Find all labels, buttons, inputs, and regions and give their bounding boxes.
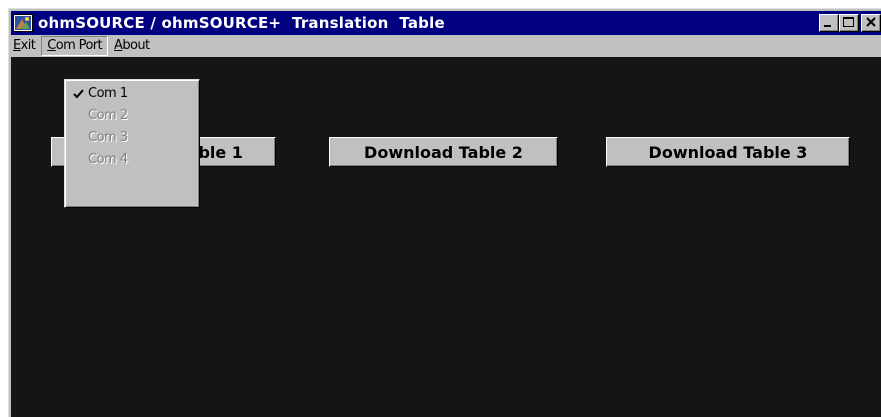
- com-port-item-label: Com 1: [88, 86, 128, 101]
- menu-exit[interactable]: Exit: [11, 36, 41, 56]
- minimize-icon: [824, 25, 831, 27]
- com-port-item-label: Com 3: [88, 130, 128, 145]
- com-port-item-label: Com 4: [88, 152, 128, 167]
- com-port-item-3: Com 3: [65, 127, 199, 149]
- com-port-item-2: Com 2: [65, 105, 199, 127]
- menu-bar: Exit Com Port About: [11, 35, 881, 57]
- menu-exit-accel: E: [13, 38, 21, 53]
- menu-com-port-label: om Port: [55, 38, 103, 53]
- minimize-button[interactable]: [819, 14, 839, 32]
- window-title: ohmSOURCE / ohmSOURCE+ Translation Table: [38, 14, 445, 32]
- maximize-button[interactable]: [839, 14, 859, 32]
- close-icon: [866, 17, 876, 27]
- close-button[interactable]: [861, 14, 881, 32]
- download-table-2-button[interactable]: Download Table 2: [329, 137, 558, 167]
- menu-exit-label: xit: [20, 38, 36, 53]
- com-port-dropdown: Com 1 Com 2 Com 3 Com 4: [64, 79, 200, 208]
- app-window: ohmSOURCE / ohmSOURCE+ Translation Table: [8, 8, 881, 417]
- com-port-item-1[interactable]: Com 1: [65, 83, 199, 105]
- download-table-3-button[interactable]: Download Table 3: [606, 137, 850, 167]
- com-port-item-4: Com 4: [65, 149, 199, 171]
- menu-about[interactable]: About: [108, 36, 155, 56]
- menu-com-port[interactable]: Com Port: [41, 36, 109, 56]
- menu-com-port-accel: C: [47, 38, 56, 53]
- maximize-icon: [843, 17, 854, 27]
- title-bar[interactable]: ohmSOURCE / ohmSOURCE+ Translation Table: [11, 11, 881, 35]
- com-port-item-label: Com 2: [88, 108, 128, 123]
- menu-about-label: bout: [122, 38, 150, 53]
- window-controls: [819, 14, 881, 32]
- checkmark-icon: [73, 89, 84, 99]
- app-icon: [13, 14, 33, 32]
